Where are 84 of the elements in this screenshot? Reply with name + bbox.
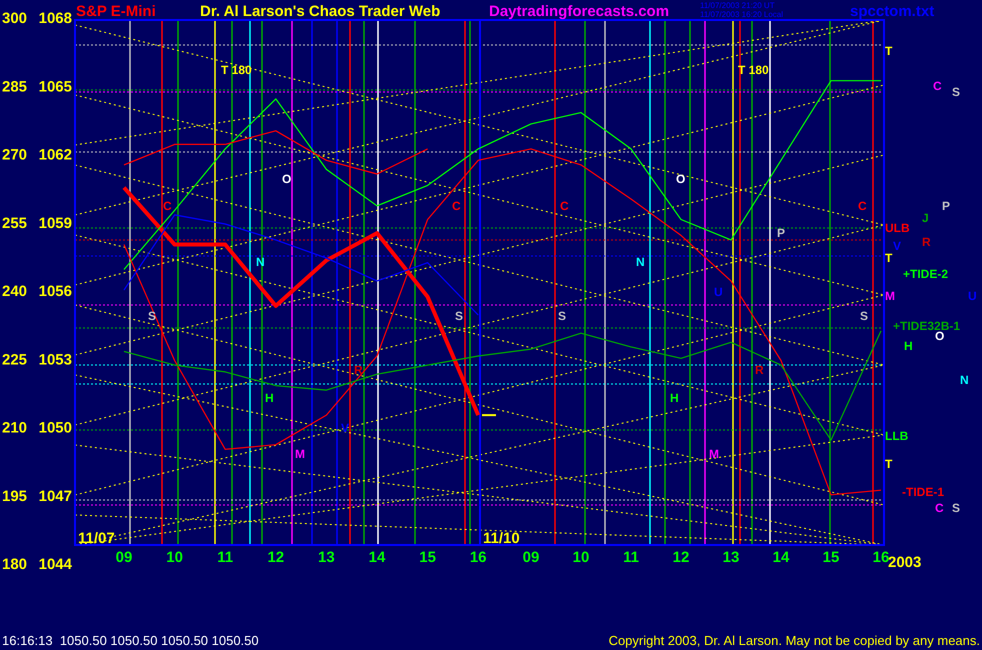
- hour-label: 10: [166, 549, 183, 566]
- chart-marker: C: [933, 79, 942, 93]
- chart-marker: R: [755, 363, 764, 377]
- series-name: S&P E-Mini: [76, 3, 156, 20]
- chart-marker: U: [968, 289, 977, 303]
- hour-label: 14: [368, 549, 386, 566]
- price-axis-label: 1062: [38, 146, 72, 164]
- hour-label: 09: [522, 549, 540, 566]
- price-axis-label: 1068: [38, 10, 72, 27]
- price-axis-label: 1065: [38, 78, 72, 96]
- chart-marker: T: [885, 251, 892, 265]
- chart-marker: -TIDE-1: [902, 485, 944, 499]
- hour-label: 15: [419, 549, 436, 566]
- chart-marker: N: [960, 373, 969, 387]
- hour-label: 13: [722, 549, 740, 566]
- chart-marker: N: [636, 255, 645, 269]
- chart-marker: M: [709, 447, 719, 461]
- secondary-axis-label: 300: [2, 10, 28, 27]
- chart-marker: C: [163, 199, 172, 213]
- chart-marker: O: [676, 172, 686, 186]
- chart-marker: U: [714, 285, 723, 299]
- hour-label: 11: [623, 549, 639, 566]
- chart-marker: C: [858, 199, 867, 213]
- price-axis-label: 1059: [38, 214, 72, 232]
- chart-marker: M: [295, 447, 305, 461]
- chart-marker: H: [670, 391, 679, 405]
- chart-title: Dr. Al Larson's Chaos Trader Web: [200, 3, 440, 20]
- chart-marker: S: [860, 309, 868, 323]
- price-axis-label: 1056: [38, 283, 72, 300]
- last-price-marker: [482, 414, 496, 416]
- chart-marker: C: [935, 501, 944, 515]
- chart-marker: P: [942, 199, 950, 213]
- price-axis-label: 1044: [38, 556, 72, 573]
- price-axis-label: 1053: [38, 351, 72, 368]
- chart-marker: J: [922, 211, 929, 225]
- date-label: 11/07: [78, 530, 115, 547]
- secondary-axis-label: 270: [2, 146, 28, 164]
- secondary-axis-label: 240: [2, 283, 28, 300]
- hour-label: 13: [318, 549, 335, 566]
- chart-marker: S: [148, 309, 156, 323]
- price-axis-label: 1050: [38, 420, 72, 436]
- chart-marker: H: [265, 391, 274, 405]
- quote-readout: 16:16:13 1050.50 1050.50 1050.50 1050.50: [2, 633, 259, 648]
- chart-marker: S: [455, 309, 464, 323]
- chart-marker: R: [922, 235, 931, 249]
- chart-marker: C: [560, 199, 569, 213]
- copyright-notice: Copyright 2003, Dr. Al Larson. May not be copied by any means.: [608, 633, 980, 648]
- hour-label: 12: [267, 549, 284, 566]
- hour-label: 09: [116, 549, 132, 566]
- price-axis-label: 1047: [38, 488, 72, 505]
- hour-label: 11: [217, 549, 234, 566]
- secondary-axis-label: 285: [2, 78, 28, 96]
- hour-label: 12: [672, 549, 690, 566]
- chart-marker: S: [952, 501, 960, 515]
- chart-marker: V: [893, 239, 902, 253]
- site-name: Daytradingforecasts.com: [489, 3, 670, 20]
- hour-label: 10: [572, 549, 590, 566]
- date-label: 11/10: [483, 530, 520, 547]
- chart-marker: +TIDE-2: [903, 267, 948, 281]
- timestamp: 11/07/2003 21:20 UT: [700, 1, 775, 10]
- chart-marker: O: [282, 172, 292, 186]
- chart-marker: T: [885, 44, 892, 58]
- secondary-axis-label: 225: [2, 351, 28, 368]
- chart-marker: LLB: [885, 429, 908, 443]
- secondary-axis-label: 255: [2, 214, 28, 232]
- chart-marker: S: [558, 309, 566, 323]
- chart-marker: M: [885, 289, 895, 303]
- hour-label: 15: [822, 549, 840, 566]
- chart-marker: S: [952, 85, 960, 99]
- secondary-axis-label: 195: [2, 488, 28, 505]
- year-label: 2003: [888, 554, 922, 571]
- chart-marker: H: [904, 339, 913, 353]
- hour-label: 14: [772, 549, 790, 566]
- chart-marker: P: [777, 226, 786, 240]
- hour-label: 16: [470, 549, 487, 566]
- chart-marker: C: [452, 199, 461, 213]
- chart-marker: ULB: [885, 221, 910, 235]
- timestamp: 11/07/2003 16:20 Local: [700, 10, 784, 19]
- chart-marker: R: [354, 363, 363, 377]
- file-name: spcctom.txt: [850, 3, 934, 20]
- secondary-axis-label: 210: [2, 420, 28, 436]
- hour-label: 16: [872, 549, 890, 566]
- chart-marker: T: [885, 457, 892, 471]
- secondary-axis-label: 180: [2, 556, 28, 573]
